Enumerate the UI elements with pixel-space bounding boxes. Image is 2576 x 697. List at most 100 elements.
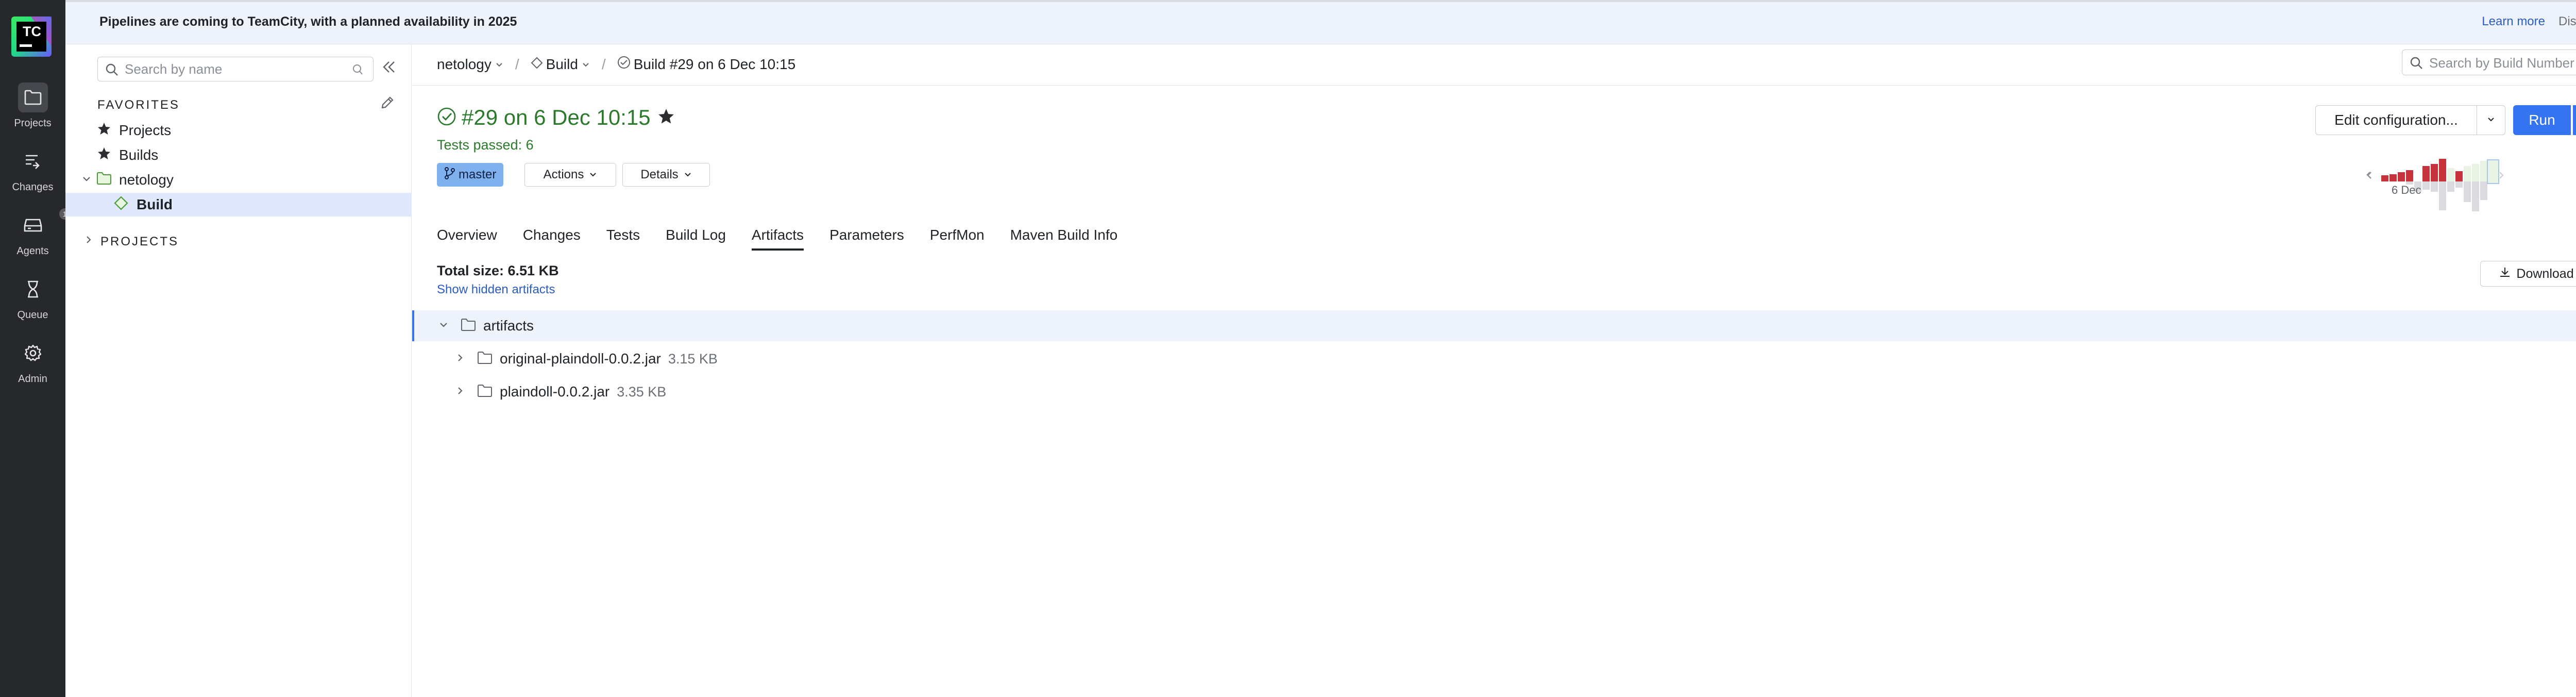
tab-parameters[interactable]: Parameters: [829, 224, 904, 251]
run-button[interactable]: Run: [2513, 105, 2571, 135]
run-options-button[interactable]: ...: [2573, 105, 2576, 135]
folder-icon: [18, 82, 48, 112]
artifact-root-name: artifacts: [483, 318, 534, 334]
history-bar: [2422, 181, 2430, 190]
branch-icon: [444, 167, 455, 183]
logo-text: TC: [23, 24, 41, 39]
chevron-right-icon: [454, 385, 466, 399]
history-bar: [2439, 181, 2446, 210]
announcement-banner: Pipelines are coming to TeamCity, with a…: [65, 0, 2576, 44]
history-bar: [2447, 181, 2454, 192]
learn-more-link[interactable]: Learn more: [2482, 14, 2545, 29]
build-number-search-input[interactable]: [2429, 55, 2576, 71]
success-icon: [617, 56, 631, 73]
download-all-button[interactable]: Download all: [2480, 261, 2576, 287]
artifact-row[interactable]: plaindoll-0.0.2.jar 3.35 KB: [412, 376, 2576, 407]
project-folder-icon: [96, 172, 112, 188]
nav-projects[interactable]: Projects: [0, 82, 65, 139]
breadcrumb-bar: netology / Build / Build #29 on 6 Dec 10…: [412, 44, 2576, 86]
dismiss-button[interactable]: Dismiss: [2558, 14, 2576, 29]
banner-top-border: [65, 0, 2576, 2]
tree-project-label: netology: [119, 172, 174, 188]
artifact-size: 3.35 KB: [617, 384, 667, 400]
history-bar: [2389, 174, 2397, 181]
branch-badge[interactable]: master: [437, 163, 504, 187]
favorite-projects[interactable]: Projects: [65, 119, 412, 142]
breadcrumb-project-label: netology: [437, 56, 492, 72]
chevron-down-icon: [495, 56, 504, 73]
tab-changes[interactable]: Changes: [523, 224, 581, 251]
favorites-title: FAVORITES: [97, 98, 180, 112]
teamcity-logo[interactable]: TC: [10, 15, 53, 58]
build-title: #29 on 6 Dec 10:15: [462, 105, 651, 129]
nav-agents[interactable]: 1 Agents: [0, 208, 71, 267]
edit-configuration-button[interactable]: Edit configuration...: [2315, 105, 2477, 135]
show-hidden-artifacts-link[interactable]: Show hidden artifacts: [437, 283, 555, 297]
history-bar: [2431, 181, 2438, 192]
chevron-down-icon: [589, 168, 597, 182]
chevron-down-icon: [438, 319, 449, 333]
edit-favorites-icon[interactable]: [380, 95, 395, 113]
tab-build-log[interactable]: Build Log: [666, 224, 726, 251]
tab-maven-build-info[interactable]: Maven Build Info: [1010, 224, 1118, 251]
tree-build-label: Build: [137, 196, 173, 212]
history-bar: [2480, 181, 2487, 200]
breadcrumb-separator: /: [515, 56, 519, 72]
folder-icon: [461, 318, 476, 334]
download-icon: [2499, 266, 2511, 282]
star-icon[interactable]: [658, 108, 674, 127]
collapse-sidebar-icon[interactable]: [381, 59, 397, 78]
chevron-right-icon: [83, 234, 94, 249]
nav-admin[interactable]: Admin: [0, 338, 65, 395]
build-config-icon: [531, 56, 543, 73]
sidebar-search[interactable]: [97, 57, 374, 81]
nav-changes[interactable]: Changes: [0, 146, 65, 203]
search-icon: [2410, 56, 2423, 72]
agents-icon: 1: [18, 208, 71, 240]
breadcrumb-build-config[interactable]: Build: [531, 56, 590, 73]
history-bar: [2406, 170, 2413, 181]
favorite-builds[interactable]: Builds: [65, 143, 412, 167]
tab-artifacts[interactable]: Artifacts: [751, 224, 804, 251]
history-bar: [2480, 161, 2487, 181]
tab-perfmon[interactable]: PerfMon: [930, 224, 985, 251]
artifact-name: plaindoll-0.0.2.jar: [500, 384, 610, 400]
breadcrumb-project[interactable]: netology: [437, 56, 504, 73]
breadcrumb-build-label: Build #29 on 6 Dec 10:15: [633, 56, 796, 72]
folder-icon: [477, 351, 493, 367]
history-bar: [2455, 171, 2463, 181]
actions-label: Actions: [543, 168, 584, 181]
build-history-chart[interactable]: 6 Dec: [2365, 145, 2576, 218]
hourglass-icon: [18, 274, 48, 304]
breadcrumb-separator: /: [601, 56, 606, 72]
build-status-text[interactable]: Tests passed: 6: [437, 137, 534, 153]
download-all-label: Download all: [2516, 266, 2576, 281]
history-bar: [2447, 168, 2454, 181]
history-bar: [2381, 175, 2388, 181]
tab-overview[interactable]: Overview: [437, 224, 497, 251]
history-bar: [2398, 172, 2405, 181]
details-button[interactable]: Details: [622, 163, 710, 187]
projects-section-toggle[interactable]: PROJECTS: [83, 234, 179, 249]
branch-label: master: [459, 168, 497, 181]
history-bar: [2464, 166, 2471, 181]
chevron-down-icon[interactable]: [81, 172, 92, 188]
search-shortcut-icon: [351, 63, 364, 78]
nav-queue[interactable]: Queue: [0, 274, 65, 331]
tab-tests[interactable]: Tests: [606, 224, 640, 251]
history-bar: [2431, 164, 2438, 181]
tree-build-config[interactable]: Build: [65, 193, 412, 217]
build-number-search[interactable]: [2402, 49, 2576, 75]
sidebar-search-input[interactable]: [125, 61, 331, 77]
search-icon: [105, 63, 118, 79]
tree-project-netology[interactable]: netology: [65, 168, 412, 192]
chevron-right-icon: [454, 352, 466, 366]
nav-label: Admin: [18, 373, 47, 385]
chevron-down-icon: [581, 56, 590, 73]
artifact-root-row[interactable]: artifacts: [412, 310, 2576, 341]
main-content: netology / Build / Build #29 on 6 Dec 10…: [412, 44, 2576, 697]
artifact-name: original-plaindoll-0.0.2.jar: [500, 351, 661, 367]
artifact-row[interactable]: original-plaindoll-0.0.2.jar 3.15 KB: [412, 343, 2576, 374]
edit-configuration-dropdown[interactable]: [2477, 105, 2505, 135]
actions-button[interactable]: Actions: [524, 163, 616, 187]
